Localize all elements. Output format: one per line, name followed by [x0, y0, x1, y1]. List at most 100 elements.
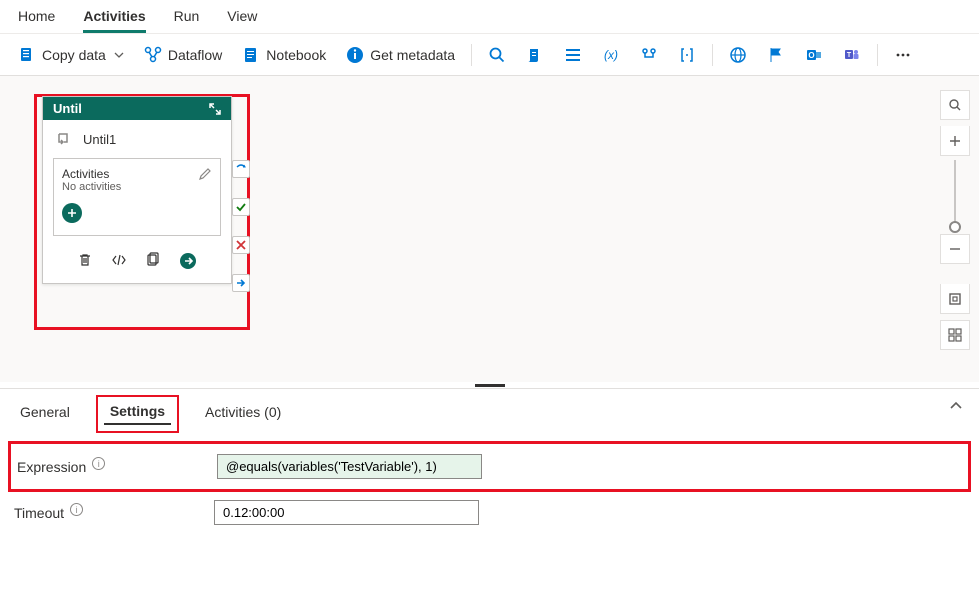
notebook-button[interactable]: Notebook — [234, 42, 334, 68]
outlook-tool-button[interactable]: O — [797, 42, 831, 68]
timeout-label: Timeout — [14, 505, 64, 521]
web-tool-button[interactable] — [721, 42, 755, 68]
canvas-search-button[interactable] — [940, 90, 970, 120]
notebook-icon — [242, 46, 260, 64]
timeout-row: Timeout i — [14, 500, 965, 525]
expand-icon[interactable] — [209, 103, 221, 115]
zoom-thumb[interactable] — [949, 221, 961, 233]
get-metadata-button[interactable]: Get metadata — [338, 42, 463, 68]
timeout-label-wrap: Timeout i — [14, 505, 214, 521]
connector-tool-button[interactable] — [632, 42, 666, 68]
menu-activities[interactable]: Activities — [83, 8, 145, 33]
expression-row: Expression i — [17, 454, 962, 479]
timeout-input[interactable] — [214, 500, 479, 525]
pipeline-canvas[interactable]: Until Until1 Activities No activities — [0, 76, 979, 382]
list-icon — [564, 46, 582, 64]
pencil-icon[interactable] — [198, 167, 212, 181]
copy-data-button[interactable]: Copy data — [10, 42, 132, 68]
flag-icon — [767, 46, 785, 64]
delete-node-button[interactable] — [77, 252, 93, 273]
copy-data-label: Copy data — [42, 47, 106, 63]
fit-to-screen-button[interactable] — [940, 284, 970, 314]
activities-title: Activities — [62, 167, 109, 181]
dataflow-button[interactable]: Dataflow — [136, 42, 230, 68]
node-activities-box[interactable]: Activities No activities — [53, 158, 221, 236]
expression-input[interactable] — [217, 454, 482, 479]
bracket-tool-button[interactable] — [670, 42, 704, 68]
properties-tabs: General Settings Activities (0) — [0, 388, 979, 433]
copy-node-button[interactable] — [145, 252, 161, 273]
zoom-out-button[interactable] — [940, 234, 970, 264]
variable-tool-button[interactable]: (x) — [594, 42, 628, 68]
more-tool-button[interactable] — [886, 42, 920, 68]
tab-activities[interactable]: Activities (0) — [199, 400, 287, 428]
toolbar-separator-2 — [712, 44, 713, 66]
canvas-right-controls — [939, 90, 971, 350]
zoom-slider[interactable] — [954, 160, 956, 230]
until-activity-node[interactable]: Until Until1 Activities No activities — [42, 96, 232, 284]
plus-icon — [67, 208, 77, 218]
search-tool-button[interactable] — [480, 42, 514, 68]
activities-subtitle: No activities — [62, 181, 212, 193]
svg-text:O: O — [808, 51, 814, 60]
info-icon[interactable]: i — [92, 457, 105, 470]
code-icon — [111, 252, 127, 268]
tab-settings[interactable]: Settings — [104, 399, 171, 425]
run-node-button[interactable] — [179, 252, 197, 273]
script-icon — [526, 46, 544, 64]
search-icon — [488, 46, 506, 64]
script-tool-button[interactable] — [518, 42, 552, 68]
top-menu: Home Activities Run View — [0, 0, 979, 34]
toolbar-separator-3 — [877, 44, 878, 66]
expression-label-wrap: Expression i — [17, 459, 217, 475]
tab-general[interactable]: General — [14, 400, 76, 428]
handle-success[interactable] — [232, 198, 250, 216]
menu-run[interactable]: Run — [174, 8, 200, 33]
expression-label: Expression — [17, 459, 86, 475]
zoom-in-button[interactable] — [940, 126, 970, 156]
node-footer — [43, 246, 231, 283]
handle-skip[interactable] — [232, 274, 250, 292]
list-tool-button[interactable] — [556, 42, 590, 68]
node-header[interactable]: Until — [43, 97, 231, 120]
teams-icon: T — [843, 46, 861, 64]
chevron-down-icon — [114, 50, 124, 60]
menu-home[interactable]: Home — [18, 8, 55, 33]
variable-icon: (x) — [602, 46, 620, 64]
dataflow-icon — [144, 46, 162, 64]
menu-view[interactable]: View — [227, 8, 257, 33]
node-type-label: Until — [53, 101, 82, 116]
fit-icon — [948, 292, 962, 306]
outlook-icon: O — [805, 46, 823, 64]
flag-tool-button[interactable] — [759, 42, 793, 68]
notebook-label: Notebook — [266, 47, 326, 63]
toolbar-separator — [471, 44, 472, 66]
run-icon — [179, 252, 197, 270]
code-view-button[interactable] — [111, 252, 127, 273]
minus-icon — [949, 243, 961, 255]
svg-text:T: T — [847, 52, 852, 59]
mini-icon — [948, 328, 962, 342]
add-activity-button[interactable] — [62, 203, 82, 223]
minimap-button[interactable] — [940, 320, 970, 350]
info-icon — [346, 46, 364, 64]
handle-success-top[interactable] — [232, 160, 250, 178]
drag-handle-bar — [475, 384, 505, 387]
handle-fail[interactable] — [232, 236, 250, 254]
svg-text:(x): (x) — [604, 48, 618, 62]
get-metadata-label: Get metadata — [370, 47, 455, 63]
info-icon[interactable]: i — [70, 503, 83, 516]
node-name-row: Until1 — [43, 120, 231, 158]
bracket-icon — [678, 46, 696, 64]
copy-icon — [145, 252, 161, 268]
node-output-handles — [232, 160, 250, 292]
globe-icon — [729, 46, 747, 64]
trash-icon — [77, 252, 93, 268]
plus-icon — [949, 135, 961, 147]
settings-form: Expression i Timeout i — [0, 433, 979, 561]
collapse-panel-button[interactable] — [949, 399, 963, 416]
expression-row-highlight: Expression i — [8, 441, 971, 492]
copy-data-icon — [18, 46, 36, 64]
loop-icon — [55, 130, 73, 148]
teams-tool-button[interactable]: T — [835, 42, 869, 68]
